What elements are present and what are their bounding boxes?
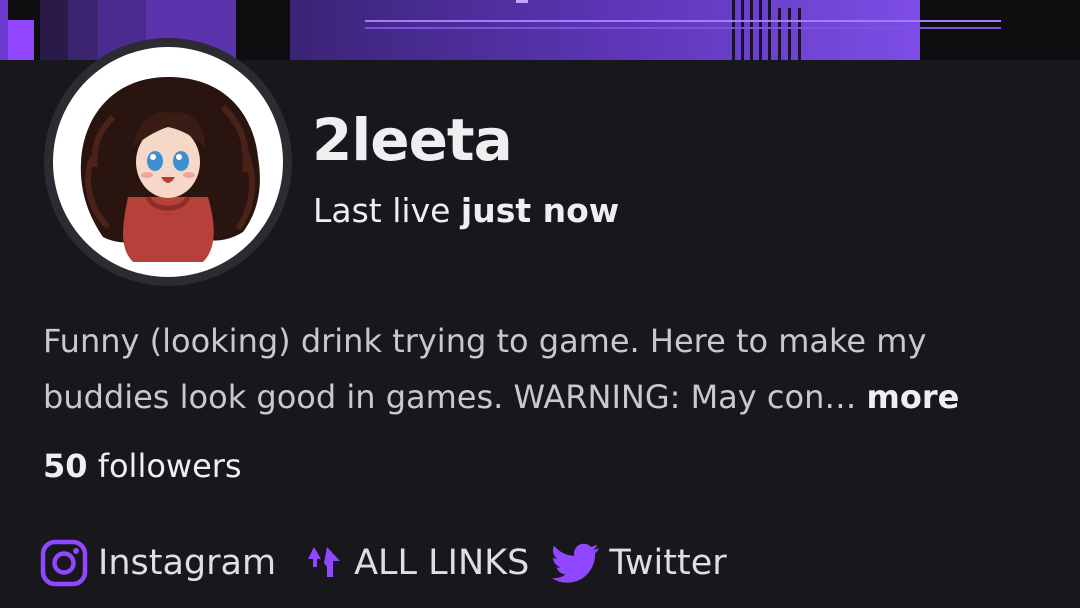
social-link-all-links[interactable]: ALL LINKS [304, 543, 529, 583]
banner-block [0, 0, 8, 60]
banner-block [68, 0, 98, 60]
last-live-value: just now [460, 191, 620, 230]
banner-stripe [778, 8, 781, 60]
banner-stripe [798, 8, 801, 60]
follower-count: 50 followers [43, 444, 242, 488]
follower-count-number: 50 [43, 447, 88, 485]
channel-bio: Funny (looking) drink trying to game. He… [43, 313, 1043, 425]
banner-stripe [768, 0, 771, 60]
social-link-twitter[interactable]: Twitter [551, 542, 727, 584]
banner-stripe [759, 0, 762, 60]
banner-notch [516, 0, 528, 3]
banner-stripe [276, 0, 279, 60]
banner-stripe [262, 0, 265, 60]
linktree-icon [308, 547, 341, 577]
banner-block [40, 0, 68, 60]
twitter-icon [552, 543, 600, 583]
social-link-label: Instagram [98, 543, 277, 583]
follower-count-label: followers [97, 447, 242, 485]
banner-stripe [246, 0, 249, 60]
banner-gradient [290, 0, 920, 60]
channel-name[interactable]: 2leeta [312, 108, 513, 172]
banner-line [365, 27, 1001, 29]
banner-line [365, 20, 1001, 22]
banner-stripe [788, 8, 791, 60]
avatar[interactable] [53, 47, 283, 277]
social-link-label: ALL LINKS [354, 543, 530, 583]
banner-stripe [750, 0, 753, 60]
bio-text: Funny (looking) drink trying to game. He… [43, 322, 927, 416]
social-link-label: Twitter [609, 543, 727, 583]
banner-stripe [741, 0, 744, 60]
banner-block [8, 20, 34, 60]
banner-stripe [732, 0, 735, 60]
last-live-prefix: Last live [313, 191, 451, 230]
last-live-status: Last live just now [313, 190, 619, 232]
banner-block [920, 0, 1080, 60]
more-button[interactable]: more [867, 378, 960, 416]
social-links: Instagram ALL LINKS Twitter [40, 534, 727, 592]
avatar-character-icon [80, 77, 260, 262]
instagram-icon [40, 539, 88, 587]
social-link-instagram[interactable]: Instagram [40, 539, 276, 587]
